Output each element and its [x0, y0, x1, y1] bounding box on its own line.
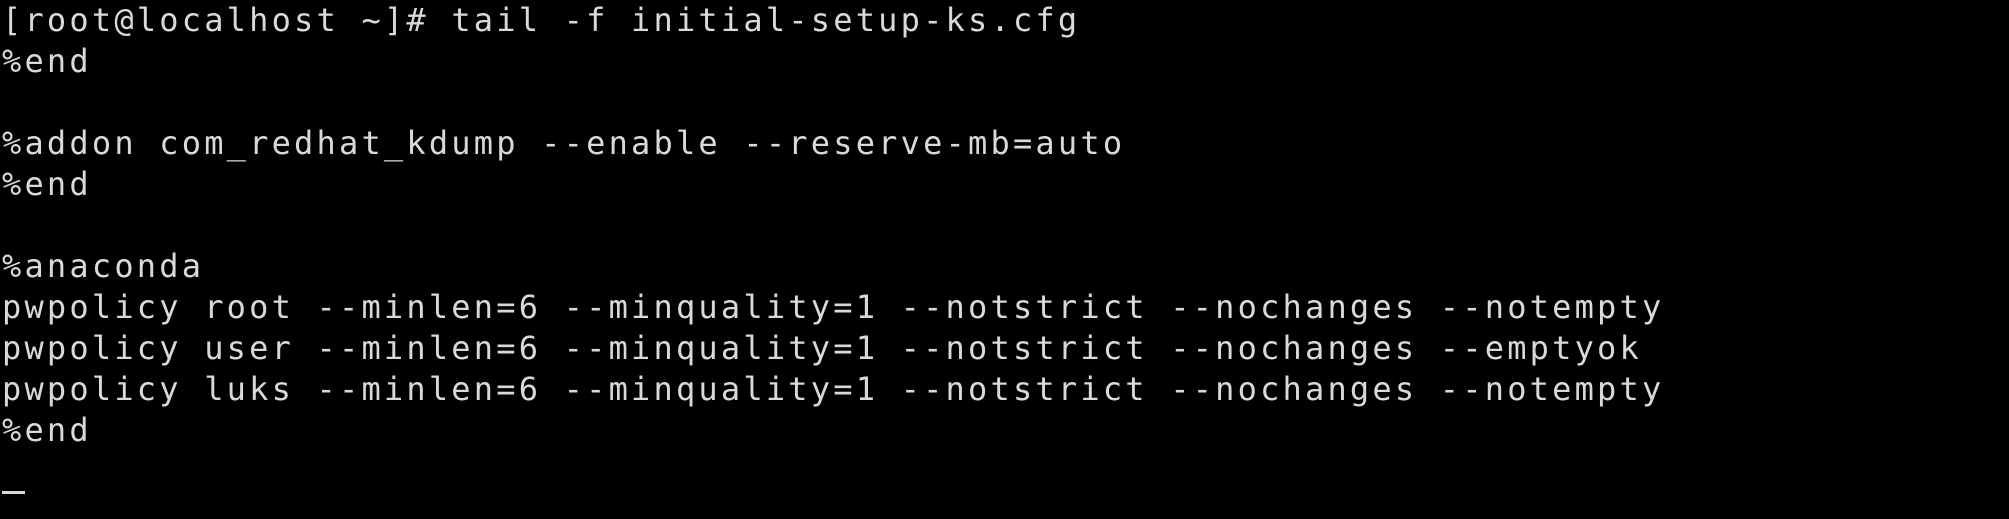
output-line-6: %anaconda	[2, 247, 205, 285]
prompt-line: [root@localhost ~]# tail -f initial-setu…	[2, 0, 1080, 41]
output-line-9: pwpolicy luks --minlen=6 --minquality=1 …	[2, 370, 1665, 408]
output-line-4: %end	[2, 165, 92, 203]
shell-command: tail -f initial-setup-ks.cfg	[451, 1, 1081, 39]
text-cursor	[2, 491, 25, 494]
shell-prompt: [root@localhost ~]#	[2, 1, 452, 39]
output-line-7: pwpolicy root --minlen=6 --minquality=1 …	[2, 288, 1665, 326]
output-line-3: %addon com_redhat_kdump --enable --reser…	[2, 124, 1126, 162]
output-line-10: %end	[2, 411, 92, 449]
output-line-1: %end	[2, 42, 92, 80]
terminal-window[interactable]: [root@localhost ~]# tail -f initial-setu…	[0, 0, 2009, 519]
output-line-8: pwpolicy user --minlen=6 --minquality=1 …	[2, 329, 1642, 367]
